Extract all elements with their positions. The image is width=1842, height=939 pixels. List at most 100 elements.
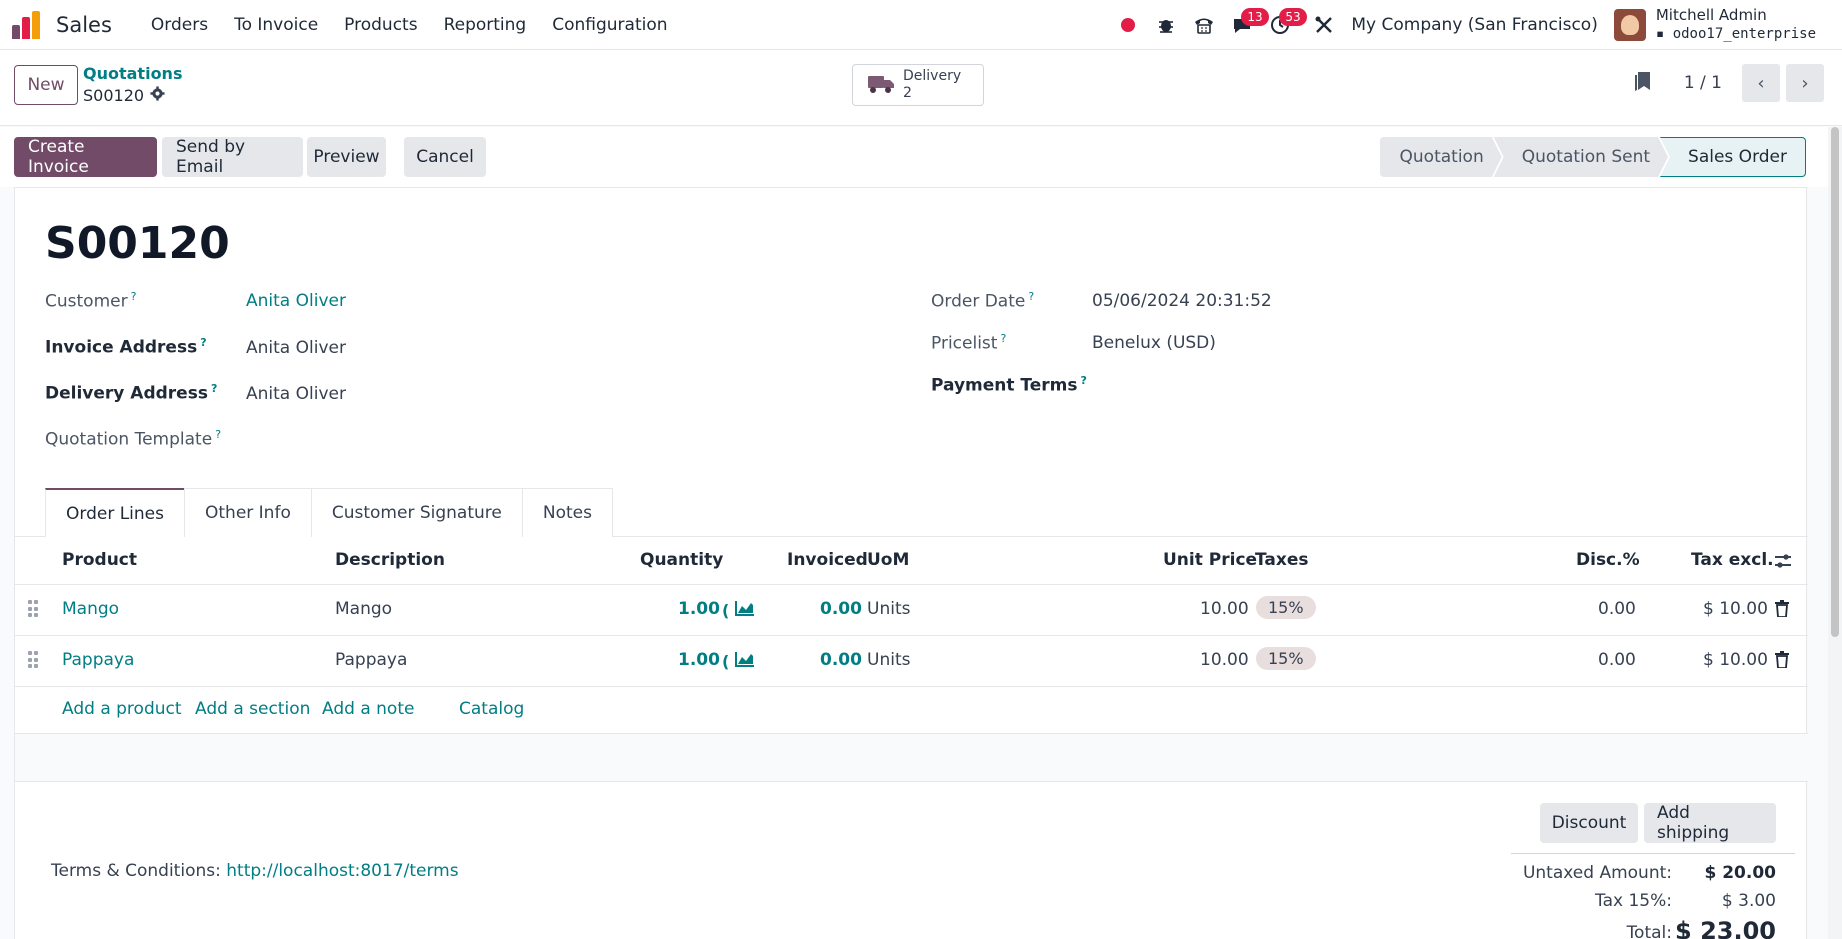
- menu-products[interactable]: Products: [331, 0, 430, 50]
- row-uom[interactable]: Units: [867, 650, 910, 670]
- phone-icon[interactable]: [1185, 0, 1223, 50]
- table-row[interactable]: Pappaya Pappaya 1.00 ( 0.00 Units 10.00 …: [15, 636, 1808, 687]
- column-quantity[interactable]: Quantity: [640, 550, 723, 570]
- user-menu[interactable]: Mitchell Admin ▪ odoo17_enterprise: [1656, 6, 1816, 44]
- table-row[interactable]: Mango Mango 1.00 ( 0.00 Units 10.00 15% …: [15, 585, 1808, 636]
- row-description[interactable]: Mango: [335, 599, 392, 619]
- chevron-right-icon: ›: [1801, 72, 1809, 94]
- add-shipping-button[interactable]: Add shipping: [1644, 803, 1776, 843]
- user-avatar[interactable]: [1613, 9, 1646, 41]
- quotation-template-field[interactable]: [246, 428, 646, 450]
- messages-chat-icon[interactable]: 13: [1223, 0, 1269, 50]
- add-note-link[interactable]: Add a note: [322, 699, 414, 719]
- delivery-address-field[interactable]: Anita Oliver: [246, 384, 346, 404]
- column-taxes[interactable]: Taxes: [1255, 550, 1309, 570]
- delivery-count: 2: [903, 85, 912, 101]
- app-name[interactable]: Sales: [56, 13, 112, 37]
- preview-button[interactable]: Preview: [307, 137, 386, 177]
- pager-next-button[interactable]: ›: [1786, 64, 1824, 102]
- forecast-spinner-icon: (: [722, 652, 730, 671]
- gear-icon[interactable]: [150, 85, 165, 107]
- menu-reporting[interactable]: Reporting: [431, 0, 540, 50]
- trash-icon[interactable]: [1775, 600, 1789, 622]
- row-invoiced: 0.00: [820, 650, 862, 670]
- order-date-field[interactable]: 05/06/2024 20:31:52: [1092, 291, 1272, 311]
- catalog-link[interactable]: Catalog: [459, 699, 524, 719]
- database-icon: ▪: [1655, 26, 1673, 42]
- forecast-chart-icon[interactable]: [735, 600, 755, 621]
- stage-quotation-sent[interactable]: Quotation Sent: [1494, 137, 1668, 177]
- company-switcher[interactable]: My Company (San Francisco): [1351, 15, 1597, 35]
- page-scrollbar[interactable]: [1828, 127, 1842, 939]
- column-description[interactable]: Description: [335, 550, 445, 570]
- discount-button[interactable]: Discount: [1540, 803, 1638, 843]
- menu-configuration[interactable]: Configuration: [539, 0, 680, 50]
- form-sheet: S00120 Customer? Anita Oliver Invoice Ad…: [14, 187, 1808, 939]
- tab-notes[interactable]: Notes: [521, 488, 613, 537]
- row-discount[interactable]: 0.00: [1598, 650, 1636, 670]
- stage-sales-order[interactable]: Sales Order: [1660, 137, 1806, 177]
- payment-terms-field[interactable]: [1092, 374, 1492, 396]
- delivery-smart-button[interactable]: Delivery 2: [852, 64, 984, 106]
- trash-icon[interactable]: [1775, 651, 1789, 673]
- user-name: Mitchell Admin: [1655, 6, 1767, 24]
- row-product[interactable]: Mango: [62, 599, 119, 619]
- recording-icon[interactable]: [1109, 0, 1147, 50]
- new-button[interactable]: New: [14, 65, 78, 105]
- pager-previous-button[interactable]: ‹: [1742, 64, 1780, 102]
- table-empty-row: [15, 734, 1808, 782]
- pager-value[interactable]: 1 / 1: [1684, 73, 1722, 93]
- bookmark-icon[interactable]: [1634, 70, 1652, 97]
- stage-quotation[interactable]: Quotation: [1380, 137, 1502, 177]
- add-product-link[interactable]: Add a product: [62, 699, 182, 719]
- optional-columns-sliders-icon[interactable]: [1774, 552, 1792, 575]
- row-invoiced: 0.00: [820, 599, 862, 619]
- tab-other-info[interactable]: Other Info: [184, 488, 312, 537]
- activities-count-badge: 53: [1279, 8, 1307, 26]
- pricelist-field[interactable]: Benelux (USD): [1092, 333, 1216, 353]
- row-unit-price[interactable]: 10.00: [1200, 599, 1249, 619]
- column-uom[interactable]: UoM: [867, 550, 909, 570]
- settings-tools-icon[interactable]: [1305, 0, 1343, 50]
- order-title: S00120: [45, 218, 230, 269]
- drag-handle-icon[interactable]: [28, 651, 38, 669]
- column-tax-excl[interactable]: Tax excl.: [1691, 550, 1774, 570]
- invoice-address-field[interactable]: Anita Oliver: [246, 338, 346, 358]
- tab-order-lines[interactable]: Order Lines: [45, 488, 185, 537]
- row-quantity[interactable]: 1.00: [678, 599, 720, 619]
- sales-app-logo-icon[interactable]: [12, 10, 42, 39]
- row-uom[interactable]: Units: [867, 599, 910, 619]
- row-tax-badge[interactable]: 15%: [1256, 647, 1316, 670]
- delivery-address-label: Delivery Address?: [45, 382, 218, 404]
- tax-label: Tax 15%:: [1595, 891, 1672, 911]
- column-product[interactable]: Product: [62, 550, 137, 570]
- column-unit-price[interactable]: Unit Price: [1163, 550, 1257, 570]
- tab-customer-signature[interactable]: Customer Signature: [310, 488, 523, 537]
- row-discount[interactable]: 0.00: [1598, 599, 1636, 619]
- drag-handle-icon[interactable]: [28, 600, 38, 618]
- row-quantity[interactable]: 1.00: [678, 650, 720, 670]
- activities-clock-icon[interactable]: 53: [1261, 0, 1307, 50]
- forecast-chart-icon[interactable]: [735, 651, 755, 672]
- row-tax-excl: $ 10.00: [1703, 599, 1768, 619]
- scrollbar-thumb[interactable]: [1831, 127, 1839, 637]
- create-invoice-button[interactable]: Create Invoice: [14, 137, 157, 177]
- row-product[interactable]: Pappaya: [62, 650, 134, 670]
- breadcrumb-quotations-link[interactable]: Quotations: [83, 63, 182, 85]
- chevron-left-icon: ‹: [1757, 72, 1765, 94]
- row-tax-badge[interactable]: 15%: [1256, 596, 1316, 619]
- payment-terms-label: Payment Terms?: [931, 374, 1087, 396]
- column-discount[interactable]: Disc.%: [1576, 550, 1640, 570]
- menu-orders[interactable]: Orders: [138, 0, 221, 50]
- cancel-button[interactable]: Cancel: [404, 137, 486, 177]
- send-by-email-button[interactable]: Send by Email: [162, 137, 303, 177]
- add-section-link[interactable]: Add a section: [195, 699, 310, 719]
- customer-field[interactable]: Anita Oliver: [246, 291, 346, 311]
- column-invoiced[interactable]: Invoiced: [787, 550, 868, 570]
- row-unit-price[interactable]: 10.00: [1200, 650, 1249, 670]
- menu-to-invoice[interactable]: To Invoice: [221, 0, 331, 50]
- row-description[interactable]: Pappaya: [335, 650, 407, 670]
- debug-bug-icon[interactable]: [1147, 0, 1185, 50]
- terms-link[interactable]: http://localhost:8017/terms: [226, 861, 458, 881]
- order-date-label: Order Date?: [931, 290, 1035, 312]
